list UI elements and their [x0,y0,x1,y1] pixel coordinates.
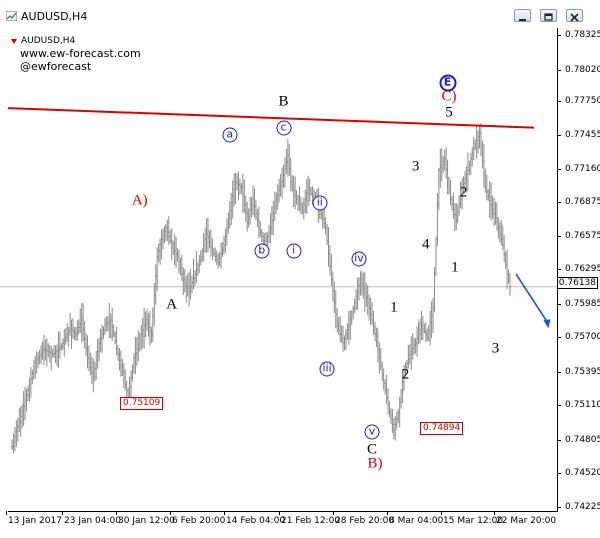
low-price-label-1: 0.75109 [120,397,164,410]
wave-label: 1 [451,259,459,276]
y-tick-mark [557,35,561,36]
close-icon [570,13,579,22]
x-tick-mark [224,511,225,515]
x-tick-label: 22 Mar 20:00 [496,516,557,526]
y-tick-mark [557,405,561,407]
y-tick-label: 0.76575 [565,231,600,242]
projection-arrowhead [543,319,551,329]
restore-button[interactable] [540,9,557,22]
x-tick-label: 21 Feb 12:00 [281,516,341,526]
x-tick-mark [494,511,495,515]
wave-label: B) [367,455,383,472]
low-price-label-2: 0.74894 [420,422,464,435]
chart-menu-icon[interactable] [6,11,17,21]
y-tick-mark [557,372,561,374]
y-tick-mark [557,304,561,306]
y-tick-mark [557,440,561,442]
y-tick-label: 0.76875 [565,196,600,207]
resistance-trendline [7,107,535,129]
window-title: AUDUSD,H4 [21,10,88,23]
y-tick-label: 0.78325 [565,30,600,40]
wave-label: 1 [390,299,398,316]
wave-label: 2 [459,184,468,201]
wave-label: iii [319,361,335,377]
y-tick-mark [557,236,561,238]
y-tick-label: 0.75985 [565,299,600,310]
current-price-label: 0.76138 [557,277,598,289]
wave-label: a [222,127,238,143]
wave-label: 5 [445,104,453,121]
y-tick-mark [557,70,561,72]
y-tick-mark [557,507,561,508]
y-tick-label: 0.77750 [565,96,600,107]
wave-label: C) [441,88,457,105]
wave-label: A [166,296,178,313]
minimize-icon [519,19,526,21]
wave-label: c [276,120,291,136]
wave-label: 3 [491,340,500,357]
y-tick-mark [557,201,561,203]
x-tick-mark [170,511,171,515]
wave-label: v [364,424,380,440]
x-tick-label: 15 Mar 12:00 [443,516,504,526]
y-tick-label: 0.75395 [565,367,600,378]
wave-label: ii [312,195,328,210]
y-tick-label: 0.74225 [565,502,600,512]
x-tick-mark [62,511,63,515]
y-tick-mark [557,101,561,103]
x-tick-mark [279,511,280,515]
y-tick-label: 0.76295 [565,263,600,274]
close-button[interactable] [566,9,583,22]
x-tick-label: 13 Jan 2017 [8,516,62,526]
x-tick-mark [116,511,117,515]
y-tick-mark [557,135,561,137]
x-tick-mark [6,511,7,515]
x-tick-mark [387,511,388,515]
x-tick-mark [441,511,442,515]
wave-label: B [278,93,289,110]
x-tick-mark [333,511,334,515]
y-tick-label: 0.77160 [565,164,600,175]
restore-icon [544,13,553,21]
x-tick-label: 28 Feb 20:00 [335,516,395,526]
projection-arrow [515,273,549,323]
y-tick-label: 0.75110 [565,400,600,411]
y-tick-mark [557,268,561,270]
y-tick-mark [557,169,561,171]
x-tick-label: 14 Feb 04:00 [226,516,286,526]
wave-label: A) [131,192,148,209]
y-tick-label: 0.77455 [565,130,600,141]
minimize-button[interactable] [514,9,531,22]
wave-label: i [286,243,302,259]
wave-label: 2 [401,366,410,383]
wave-label: b [254,243,270,259]
y-tick-label: 0.78020 [565,65,600,76]
y-tick-mark [557,473,561,475]
x-axis [8,511,558,512]
x-tick-label: 23 Jan 04:00 [64,516,121,526]
y-tick-label: 0.75700 [565,332,600,343]
wave-label: 4 [422,236,430,253]
x-tick-label: 8 Mar 04:00 [389,516,444,526]
chart-window: AUDUSD,H4 AUDUSD,H4 www.ew-forecast.com … [0,0,600,538]
title-bar[interactable]: AUDUSD,H4 [0,0,600,28]
y-tick-label: 0.74520 [565,468,600,479]
wave-label: 3 [411,158,420,175]
y-tick-mark [557,337,561,339]
wave-label: iv [351,251,367,267]
y-tick-label: 0.74805 [565,435,600,446]
x-tick-label: 6 Feb 20:00 [172,516,226,526]
x-tick-label: 30 Jan 12:00 [118,516,175,526]
